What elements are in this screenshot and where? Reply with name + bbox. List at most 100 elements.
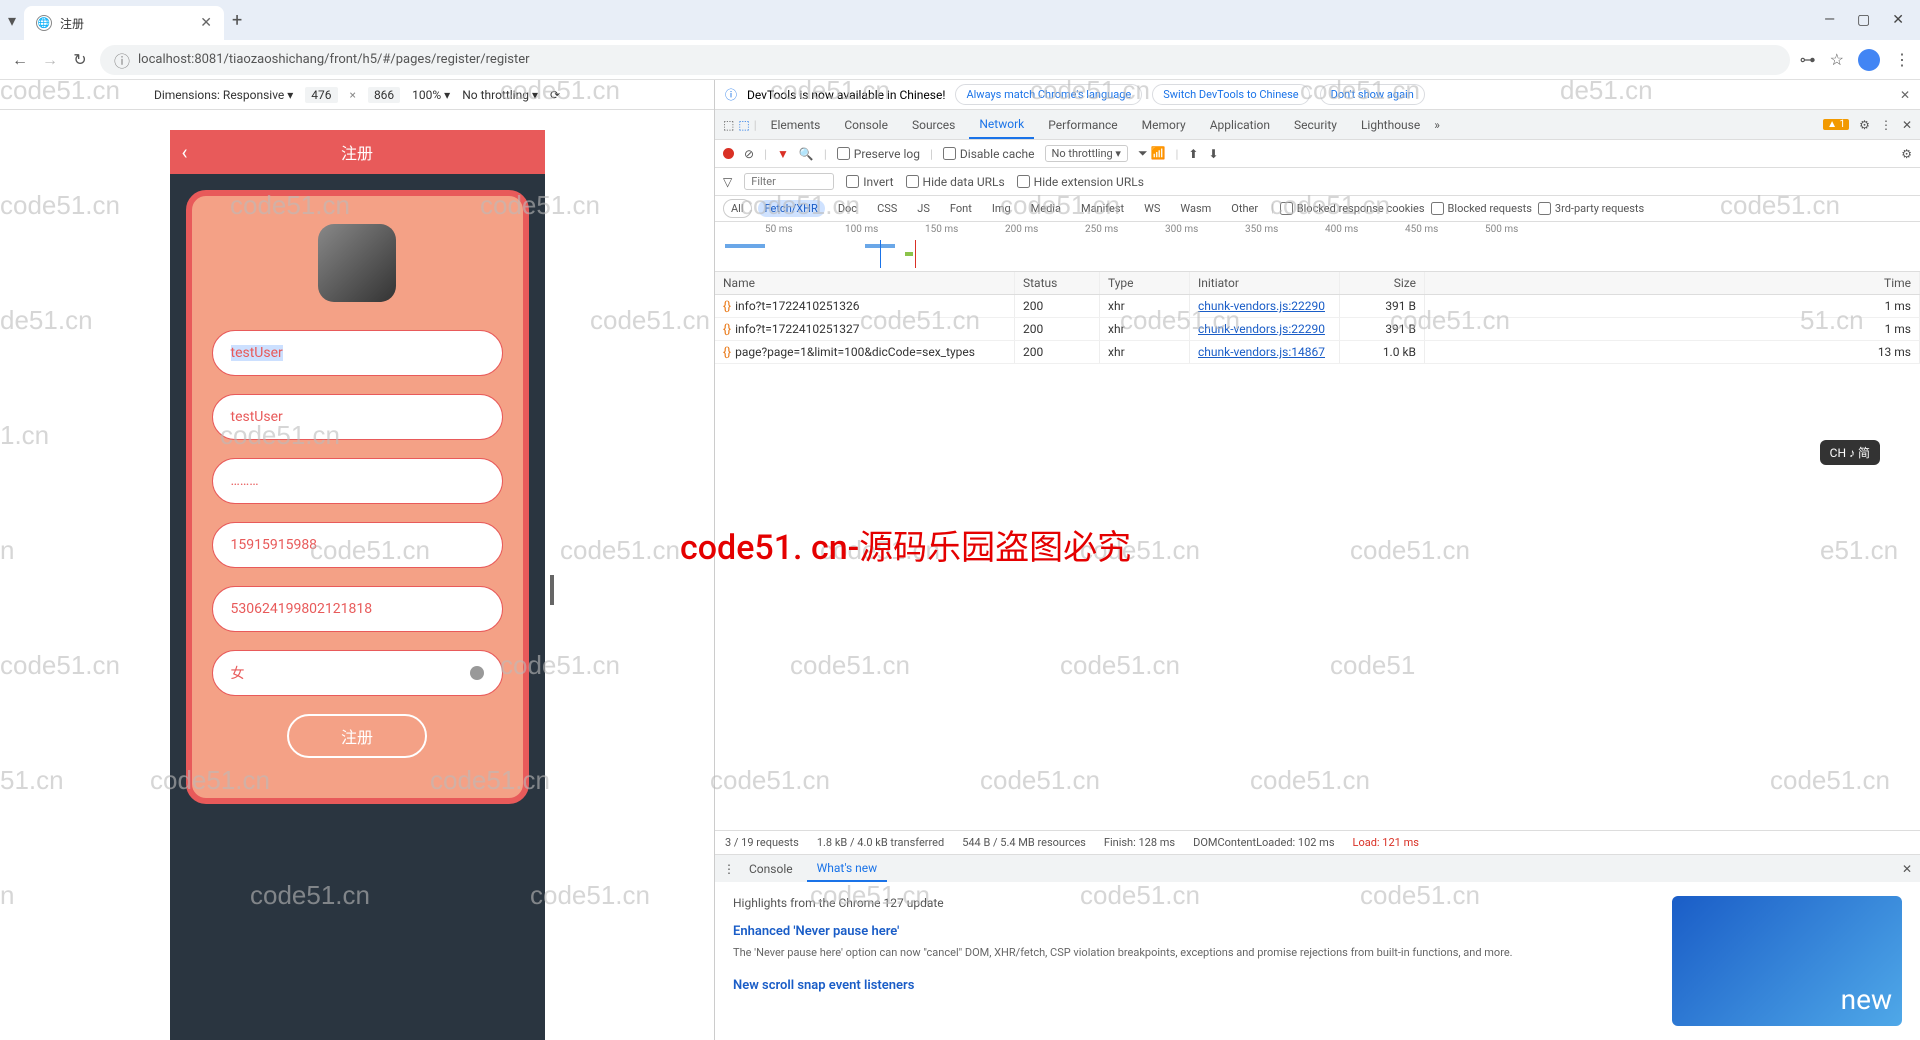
throttling-select[interactable]: No throttling ▾ [1045,145,1128,162]
filter-bar: ▽ Invert Hide data URLs Hide extension U… [715,168,1920,196]
thirdparty-checkbox[interactable]: 3rd-party requests [1538,202,1644,215]
tab-elements[interactable]: Elements [761,112,831,138]
type-wasm[interactable]: Wasm [1173,200,1218,217]
drawer-tab-console[interactable]: Console [739,857,803,881]
type-doc[interactable]: Doc [831,200,864,217]
wn-heading-2[interactable]: New scroll snap event listeners [733,978,1652,993]
browser-tab[interactable]: 🌐 注册 ✕ [24,6,224,40]
close-icon[interactable]: ✕ [200,15,212,31]
table-row[interactable]: {}info?t=1722410251327200xhrchunk-vendor… [715,318,1920,341]
menu-dots-icon[interactable]: ⋮ [1894,50,1910,69]
network-settings-gear-icon[interactable]: ⚙ [1901,147,1912,161]
network-timeline[interactable]: 50 ms 100 ms 150 ms 200 ms 250 ms 300 ms… [715,222,1920,272]
type-media[interactable]: Media [1024,200,1068,217]
drawer-close-icon[interactable]: ✕ [1902,862,1912,876]
page-title: 注册 [341,140,373,164]
phone-input[interactable]: 15915915988 [212,522,503,568]
drawer-kebab-icon[interactable]: ⋮ [723,862,735,876]
password-key-icon[interactable]: ⊶ [1800,50,1816,69]
inspect-icon[interactable]: ⬚ [723,118,734,132]
record-icon[interactable] [723,148,734,159]
throttle-selector[interactable]: No throttling ▾ [462,88,538,102]
table-row[interactable]: {}info?t=1722410251326200xhrchunk-vendor… [715,295,1920,318]
filter-funnel-icon[interactable]: ▼ [777,147,789,161]
device-toolbar: Dimensions: Responsive ▾ 476 × 866 100% … [0,80,714,110]
type-fetchxhr[interactable]: Fetch/XHR [758,200,825,217]
type-font[interactable]: Font [943,200,979,217]
network-toolbar: ⊘ | ▼ 🔍 | Preserve log | Disable cache N… [715,140,1920,168]
tab-dropdown-icon[interactable]: ▾ [8,11,16,30]
submit-button[interactable]: 注册 [287,714,427,758]
bookmark-star-icon[interactable]: ☆ [1830,50,1844,69]
overlay-copyright: code51. cn-源码乐园盗图必究 [680,520,1131,569]
upload-icon[interactable]: ⬆ [1188,147,1198,161]
banner-switch-button[interactable]: Switch DevTools to Chinese [1152,84,1309,105]
tab-sources[interactable]: Sources [902,112,965,138]
filter-input[interactable] [744,173,834,190]
type-manifest[interactable]: Manifest [1074,200,1131,217]
dimensions-selector[interactable]: Dimensions: Responsive ▾ [154,88,293,102]
back-arrow-icon[interactable]: ‹ [182,140,188,164]
type-img[interactable]: Img [985,200,1018,217]
nickname-input[interactable]: testUser [212,394,503,440]
window-close-icon[interactable]: ✕ [1892,12,1904,28]
height-input[interactable]: 866 [368,87,400,103]
disable-cache-checkbox[interactable]: Disable cache [943,147,1035,161]
minimize-icon[interactable]: — [1824,12,1835,28]
settings-gear-icon[interactable]: ⚙ [1859,118,1870,132]
banner-match-button[interactable]: Always match Chrome's language [955,84,1142,105]
idcard-input[interactable]: 530624199802121818 [212,586,503,632]
kebab-icon[interactable]: ⋮ [1880,118,1892,132]
new-tab-button[interactable]: + [232,10,242,31]
hide-data-checkbox[interactable]: Hide data URLs [906,175,1005,189]
gender-select[interactable]: 女 [212,650,503,696]
avatar-image[interactable] [318,224,396,302]
type-ws[interactable]: WS [1137,200,1167,217]
tab-network[interactable]: Network [969,111,1034,139]
search-icon[interactable]: 🔍 [799,147,814,161]
table-row[interactable]: {}page?page=1&limit=100&dicCode=sex_type… [715,341,1920,364]
drawer-tab-whatsnew[interactable]: What's new [807,856,888,882]
tab-security[interactable]: Security [1284,112,1347,138]
url-text: localhost:8081/tiaozaoshichang/front/h5/… [138,52,530,67]
resize-handle[interactable] [550,575,554,605]
device-mode-icon[interactable]: ⬚ [738,118,749,132]
more-tabs-icon[interactable]: » [1434,118,1440,132]
back-icon[interactable]: ← [10,50,30,70]
wn-heading-1[interactable]: Enhanced 'Never pause here' [733,924,1652,939]
banner-dismiss-button[interactable]: Don't show again [1320,84,1425,105]
tab-console[interactable]: Console [834,112,898,138]
warnings-badge[interactable]: ▲ 1 [1823,119,1849,130]
tab-application[interactable]: Application [1200,112,1280,138]
hide-ext-checkbox[interactable]: Hide extension URLs [1017,175,1144,189]
profile-avatar-icon[interactable] [1858,49,1880,71]
reload-icon[interactable]: ↻ [70,50,90,69]
invert-checkbox[interactable]: Invert [846,175,893,189]
type-css[interactable]: CSS [870,200,904,217]
width-input[interactable]: 476 [305,87,337,103]
site-info-icon[interactable]: ⓘ [114,48,130,72]
maximize-icon[interactable]: ▢ [1857,12,1870,28]
blocked-requests-checkbox[interactable]: Blocked requests [1431,202,1532,215]
password-input[interactable]: ……… [212,458,503,504]
devtools-close-icon[interactable]: ✕ [1902,118,1912,132]
zoom-selector[interactable]: 100% ▾ [412,88,450,102]
username-input[interactable]: testUser [212,330,503,376]
tab-memory[interactable]: Memory [1132,112,1196,138]
clear-icon[interactable]: ⊘ [744,147,754,161]
download-icon[interactable]: ⬇ [1208,147,1218,161]
whatsnew-video-thumb[interactable]: new [1672,896,1902,1026]
tab-lighthouse[interactable]: Lighthouse [1351,112,1430,138]
banner-close-icon[interactable]: ✕ [1900,88,1910,102]
tab-performance[interactable]: Performance [1038,112,1127,138]
blocked-cookies-checkbox[interactable]: Blocked response cookies [1280,202,1425,215]
forward-icon[interactable]: → [40,50,60,70]
whatsnew-panel: Highlights from the Chrome 127 update En… [715,882,1920,1040]
type-all[interactable]: All [723,199,752,218]
url-input[interactable]: ⓘ localhost:8081/tiaozaoshichang/front/h… [100,45,1790,75]
rotate-icon[interactable]: ⟳ [550,88,560,102]
preserve-log-checkbox[interactable]: Preserve log [837,147,920,161]
type-js[interactable]: JS [910,200,937,217]
type-other[interactable]: Other [1224,200,1265,217]
wifi-icon[interactable]: ⏷ 📶 [1138,146,1166,161]
